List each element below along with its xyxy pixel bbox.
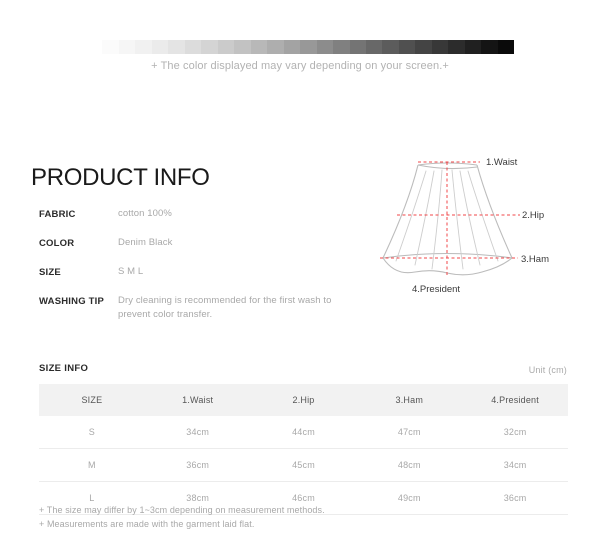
measurement-cell: 36cm <box>503 493 527 503</box>
table-row: S 34cm 44cm 47cm 32cm <box>39 416 568 449</box>
measurement-cell: 32cm <box>503 427 527 437</box>
color-swatch <box>464 40 482 54</box>
table-header-row: SIZE 1.Waist 2.Hip 3.Ham 4.President <box>39 384 568 416</box>
size-cell: M <box>88 460 96 470</box>
size-info-table: SIZE 1.Waist 2.Hip 3.Ham 4.President S 34cm 44… <box>39 384 568 515</box>
color-swatch <box>497 40 515 54</box>
spec-value: S M L <box>118 266 144 277</box>
color-swatch <box>316 40 334 54</box>
measurement-cell: 48cm <box>397 460 421 470</box>
color-swatch <box>481 40 498 54</box>
spec-label: FABRIC <box>39 209 76 220</box>
spec-label: SIZE <box>39 267 61 278</box>
color-swatch <box>168 40 185 54</box>
product-spec-list: FABRIC cotton 100% COLOR Denim Black SIZE S M… <box>39 207 349 337</box>
spec-row: WASHING TIP Dry cleaning is recommended f… <box>39 294 349 322</box>
color-gradient-bar <box>86 40 515 54</box>
spec-value: cotton 100% <box>118 208 172 219</box>
size-cell: S <box>88 427 95 437</box>
color-swatch <box>86 40 103 54</box>
table-column-header: 4.President <box>491 395 539 405</box>
spec-label: COLOR <box>39 238 75 249</box>
table-column-header: 2.Hip <box>292 395 315 405</box>
label-ham: 3.Ham <box>521 254 549 265</box>
color-swatch <box>250 40 268 54</box>
color-swatch <box>415 40 432 54</box>
color-swatch <box>398 40 416 54</box>
spec-label: WASHING TIP <box>39 296 105 307</box>
size-footnotes: + The size may differ by 1~3cm depending… <box>39 504 325 531</box>
size-info-title: SIZE INFO <box>39 363 89 374</box>
color-swatch <box>365 40 383 54</box>
color-swatch <box>431 40 449 54</box>
table-column-header: SIZE <box>81 395 103 405</box>
color-swatch <box>448 40 465 54</box>
color-swatch <box>201 40 218 54</box>
size-table-body: S 34cm 44cm 47cm 32cm M 36cm 45cm 48cm 34cm L 38cm 4… <box>39 416 568 515</box>
color-swatch <box>184 40 202 54</box>
measurement-cell: 34cm <box>186 427 210 437</box>
page-title: PRODUCT INFO <box>31 164 210 192</box>
spec-row: FABRIC cotton 100% <box>39 207 349 221</box>
color-swatch <box>382 40 399 54</box>
color-swatch <box>234 40 251 54</box>
label-waist: 1.Waist <box>486 157 518 168</box>
color-swatch <box>118 40 136 54</box>
color-swatch <box>300 40 317 54</box>
table-column-header: 1.Waist <box>182 395 214 405</box>
color-swatch <box>151 40 169 54</box>
color-swatch <box>135 40 152 54</box>
color-swatch <box>267 40 284 54</box>
size-unit-note: Unit (cm) <box>528 365 567 375</box>
skirt-measurement-diagram: 1.Waist 2.Hip 3.Ham 4.President <box>370 145 600 305</box>
spec-value: Dry cleaning is recommended for the firs… <box>118 295 332 320</box>
color-swatch <box>349 40 366 54</box>
color-swatch <box>283 40 301 54</box>
spec-value: Denim Black <box>118 237 173 248</box>
spec-row: COLOR Denim Black <box>39 236 349 250</box>
label-president: 4.President <box>412 284 460 295</box>
measurement-cell: 44cm <box>292 427 315 437</box>
footnote: + Measurements are made with the garment… <box>39 518 255 529</box>
measurement-cell: 45cm <box>292 460 315 470</box>
label-hip: 2.Hip <box>522 210 544 221</box>
color-disclaimer-text: + The color displayed may vary depending… <box>151 60 449 72</box>
size-table-head: SIZE 1.Waist 2.Hip 3.Ham 4.President <box>39 384 568 416</box>
measurement-cell: 47cm <box>397 427 421 437</box>
table-column-header: 3.Ham <box>395 395 424 405</box>
measurement-lines <box>380 161 520 277</box>
measurement-cell: 49cm <box>397 493 421 503</box>
spec-row: SIZE S M L <box>39 265 349 279</box>
footnote: + The size may differ by 1~3cm depending… <box>39 505 325 515</box>
measurement-cell: 36cm <box>186 460 210 470</box>
measurement-cell: 34cm <box>503 460 527 470</box>
table-row: M 36cm 45cm 48cm 34cm <box>39 449 568 482</box>
color-swatch <box>102 40 119 54</box>
color-swatch <box>217 40 235 54</box>
color-swatch <box>333 40 350 54</box>
